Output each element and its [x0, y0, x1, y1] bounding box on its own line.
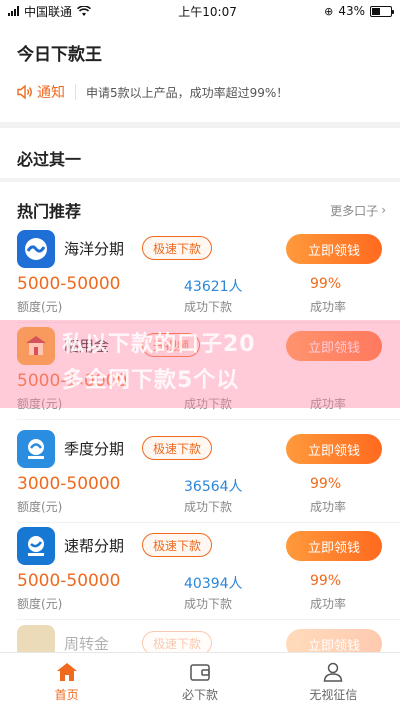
speed-tag: 极速下款	[142, 236, 213, 260]
more-label: 更多口子	[330, 203, 379, 218]
header: 今日下款王 通知 申请5款以上产品，成功率超过99%！	[0, 22, 400, 122]
clock-label: 上午10:07	[178, 4, 237, 19]
section-bar: 必过其一	[0, 128, 400, 178]
orientation-lock-icon: ⊕	[324, 4, 334, 18]
product-name: 周转金	[64, 635, 110, 652]
apply-button[interactable]: 立即领钱	[286, 434, 382, 464]
success-count-label: 成功下款	[184, 597, 233, 611]
success-rate: 99%	[310, 573, 342, 589]
amount-value: 3000-50000	[17, 474, 121, 494]
wallet-icon	[190, 663, 210, 681]
product-logo-icon	[17, 625, 55, 652]
success-count: 43621人	[184, 279, 243, 295]
product-card[interactable]: 周转金 极速下款 立即领钱	[0, 625, 400, 652]
product-list: 热门推荐 更多口子 › 海洋分期 极速下款 立即领钱 5000-50000 额度…	[0, 182, 400, 652]
wifi-icon	[77, 5, 92, 16]
amount-label: 额度(元)	[17, 597, 63, 611]
speaker-icon	[17, 85, 32, 99]
divider	[17, 522, 400, 523]
list-title: 热门推荐	[17, 202, 82, 221]
tab-home[interactable]: 首页	[0, 653, 133, 711]
speed-tag: 极速下款	[142, 436, 213, 460]
notice-tag: 通知	[37, 85, 65, 101]
success-rate-label: 成功率	[310, 300, 347, 314]
battery-icon	[370, 5, 394, 17]
product-name: 海洋分期	[64, 240, 125, 258]
signal-icon	[8, 6, 19, 16]
product-card[interactable]: 速帮分期 极速下款 立即领钱 5000-50000 额度(元) 40394人 成…	[0, 527, 400, 624]
notice-bar[interactable]: 通知 申请5款以上产品，成功率超过99%！	[17, 82, 288, 102]
amount-label: 额度(元)	[17, 500, 63, 514]
tab-bar: 首页 必下款 无视征信	[0, 652, 400, 711]
home-icon	[56, 662, 77, 681]
section-title: 必过其一	[17, 150, 82, 169]
amount-value: 5000-50000	[17, 274, 121, 294]
amount-label: 额度(元)	[17, 300, 63, 314]
speed-tag: 极速下款	[142, 533, 213, 557]
success-rate: 99%	[310, 476, 342, 492]
notice-text: 申请5款以上产品，成功率超过99%！	[86, 85, 289, 100]
product-card[interactable]: 海洋分期 极速下款 立即领钱 5000-50000 额度(元) 43621人 成…	[0, 230, 400, 327]
tab-must-loan[interactable]: 必下款	[133, 653, 266, 711]
divider	[17, 419, 400, 420]
battery-percent: 43%	[338, 4, 365, 18]
success-count-label: 成功下款	[184, 300, 233, 314]
overlay-line-1: 私以下款的口子20	[62, 332, 256, 357]
product-name: 季度分期	[64, 440, 125, 458]
success-rate-label: 成功率	[310, 500, 347, 514]
apply-button[interactable]: 立即领钱	[286, 531, 382, 561]
product-logo-icon	[17, 230, 55, 268]
tab-label: 必下款	[181, 687, 218, 702]
product-logo-icon	[17, 527, 55, 565]
divider	[17, 619, 400, 620]
chevron-right-icon: ›	[381, 203, 386, 217]
tab-label: 首页	[54, 687, 79, 702]
apply-button[interactable]: 立即领钱	[286, 629, 382, 652]
product-logo-icon	[17, 430, 55, 468]
apply-button[interactable]: 立即领钱	[286, 234, 382, 264]
success-count-label: 成功下款	[184, 500, 233, 514]
user-icon	[324, 662, 343, 682]
success-rate-label: 成功率	[310, 597, 347, 611]
status-bar: 中国联通 上午10:07 ⊕ 43%	[0, 0, 400, 22]
notice-divider	[75, 84, 76, 100]
speed-tag: 极速下款	[142, 631, 213, 652]
tab-no-credit-check[interactable]: 无视征信	[267, 653, 400, 711]
page-title: 今日下款王	[17, 45, 102, 65]
carrier-label: 中国联通	[24, 4, 73, 19]
success-count: 40394人	[184, 576, 243, 592]
amount-value: 5000-50000	[17, 571, 121, 591]
success-count: 36564人	[184, 479, 243, 495]
more-link[interactable]: 更多口子 ›	[330, 202, 386, 219]
watermark-overlay: 私以下款的口子20 多全网下款5个以	[0, 320, 400, 408]
overlay-line-2: 多全网下款5个以	[62, 368, 240, 393]
product-card[interactable]: 季度分期 极速下款 立即领钱 3000-50000 额度(元) 36564人 成…	[0, 430, 400, 527]
tab-label: 无视征信	[309, 687, 358, 702]
success-rate: 99%	[310, 276, 342, 292]
product-name: 速帮分期	[64, 537, 125, 555]
list-header: 热门推荐 更多口子 ›	[17, 198, 386, 222]
